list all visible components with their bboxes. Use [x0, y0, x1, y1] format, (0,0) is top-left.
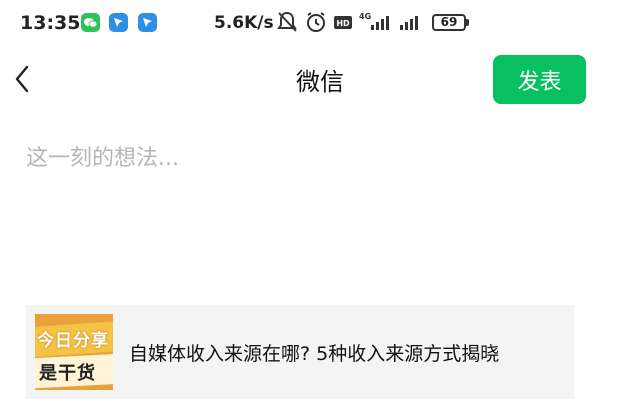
wechat-notification-icon [81, 13, 100, 32]
article-title: 自媒体收入来源在哪? 5种收入来源方式揭晓 [129, 343, 500, 365]
location-notification-icon-2 [138, 13, 157, 32]
alarm-icon [307, 12, 325, 32]
svg-text:4G: 4G [359, 12, 371, 21]
signal-4g-icon: 4G [359, 12, 389, 30]
publish-button[interactable]: 发表 [493, 55, 586, 104]
mute-icon [277, 11, 297, 32]
post-text-input[interactable] [26, 140, 606, 280]
hd-icon: HD [334, 16, 352, 29]
battery-icon: 69 [432, 14, 466, 31]
battery-tip [466, 19, 469, 26]
shared-article-card[interactable]: 今日分享 是干货 自媒体收入来源在哪? 5种收入来源方式揭晓 [26, 305, 574, 399]
svg-text:HD: HD [336, 19, 350, 28]
battery-level: 69 [440, 15, 458, 29]
article-thumbnail: 今日分享 是干货 [35, 314, 113, 390]
thumbnail-text-line2: 是干货 [39, 363, 96, 384]
status-time: 13:35 [20, 12, 81, 34]
signal-icon [400, 16, 418, 30]
network-speed: 5.6K/s [214, 13, 274, 33]
location-notification-icon [109, 13, 128, 32]
thumbnail-text-line1: 今日分享 [37, 331, 109, 351]
status-bar: 13:35 5.6K/s HD 4G 69 [0, 0, 640, 46]
